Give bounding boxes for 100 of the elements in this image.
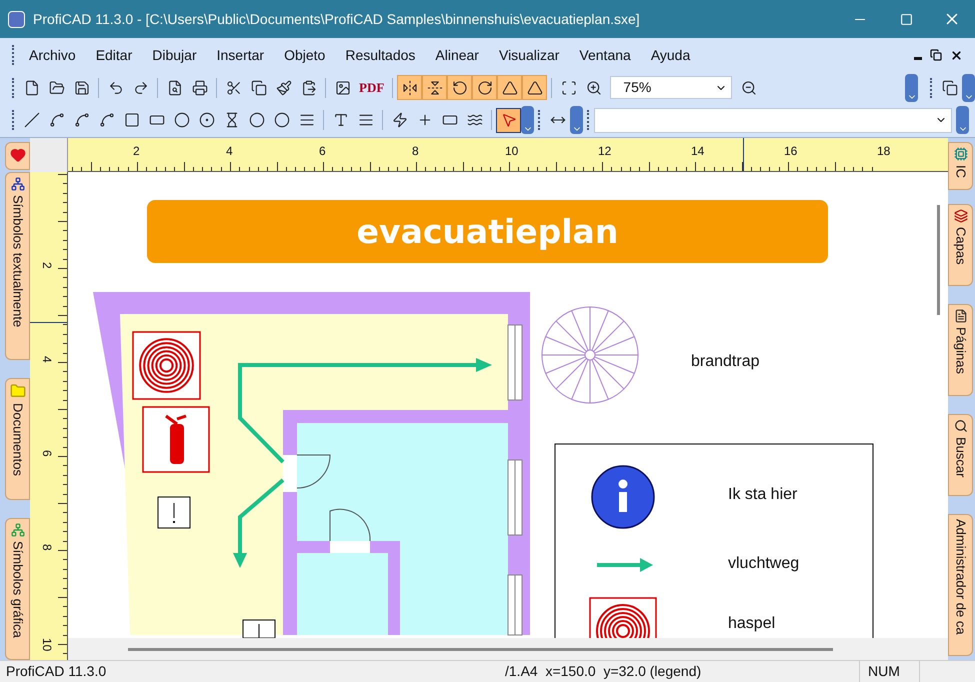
undo-icon xyxy=(108,80,124,96)
line-icon xyxy=(24,112,40,128)
brush-icon xyxy=(276,80,292,96)
side-tab[interactable]: IC xyxy=(948,142,973,190)
mirror-button[interactable] xyxy=(522,75,548,100)
status-app: ProfiCAD 11.3.0 xyxy=(5,662,108,681)
rotate-button[interactable] xyxy=(447,75,472,100)
restore-icon[interactable] xyxy=(930,49,942,61)
stair-label: brandtrap xyxy=(691,352,760,372)
side-tab-label: Símbolos gráfica xyxy=(9,541,26,638)
menu-item[interactable]: Dibujar xyxy=(142,44,207,66)
side-tab[interactable]: Símbolos textualmente xyxy=(5,172,30,360)
zoom-value: 75% xyxy=(623,78,652,97)
rotate-icon xyxy=(476,80,493,96)
ruler-label: 4 xyxy=(39,356,55,363)
toolbar-grip[interactable] xyxy=(12,45,15,65)
fit-icon xyxy=(560,80,577,96)
ruler-label: 10 xyxy=(505,143,518,160)
legend-label: haspel xyxy=(728,614,776,634)
side-tab[interactable]: Páginas xyxy=(948,304,973,396)
text-block-icon xyxy=(358,112,374,128)
minimize-icon[interactable] xyxy=(914,56,922,60)
ruler-corner xyxy=(30,138,68,172)
menu-item[interactable]: Objeto xyxy=(274,44,336,66)
zoom-in-icon xyxy=(586,80,602,96)
menu-item[interactable]: Resultados xyxy=(335,44,426,66)
polyline-icon xyxy=(48,112,64,128)
horizontal-scrollbar-thumb[interactable] xyxy=(128,648,833,650)
maximize-icon xyxy=(900,12,912,26)
flip-button[interactable] xyxy=(397,75,422,100)
ruler-label: 18 xyxy=(877,143,890,160)
menu-item[interactable]: Ayuda xyxy=(640,44,700,66)
chip-icon xyxy=(954,147,968,161)
toolbar-grip[interactable] xyxy=(12,78,15,98)
toolbar-grip[interactable] xyxy=(538,110,541,130)
zoom-out-icon xyxy=(740,80,757,96)
pointer-button[interactable] xyxy=(496,108,521,132)
ruler-label: 16 xyxy=(784,143,798,160)
ruler-label: 8 xyxy=(412,143,419,160)
menu-item[interactable]: Archivo xyxy=(19,44,86,66)
side-tab[interactable]: Buscar xyxy=(948,414,973,496)
menu-item[interactable]: Insertar xyxy=(206,44,274,66)
toolbar-overflow-button[interactable] xyxy=(905,74,918,102)
title-banner: evacuatieplan xyxy=(147,200,828,263)
cut-icon xyxy=(226,80,242,96)
ruler-label: 8 xyxy=(39,544,55,551)
folder-icon xyxy=(48,80,64,96)
pdf-button[interactable]: PDF xyxy=(355,75,388,100)
side-tab-label: Buscar xyxy=(952,437,970,478)
toolbar-grip[interactable] xyxy=(930,78,933,98)
page-icon xyxy=(954,309,968,323)
vertical-scrollbar-thumb[interactable] xyxy=(937,205,940,315)
ruler-label: 2 xyxy=(39,262,55,269)
text-icon xyxy=(332,112,348,128)
print-icon xyxy=(192,80,208,96)
close-icon[interactable] xyxy=(950,48,963,62)
side-tab[interactable]: Administrador de ca xyxy=(948,514,973,656)
minimize-icon xyxy=(855,18,865,20)
side-tab[interactable]: Símbolos gráfica xyxy=(5,518,30,660)
side-tab-label: Documentos xyxy=(9,403,26,476)
mirror-button[interactable] xyxy=(497,75,522,100)
ruler-label: 12 xyxy=(598,143,612,160)
toolbar-overflow-button[interactable] xyxy=(521,106,534,134)
toolbar-overflow-button[interactable] xyxy=(956,106,969,134)
warning-sign-icon xyxy=(158,496,190,528)
zoom-select[interactable]: 75% xyxy=(610,76,732,99)
horizontal-scrollbar[interactable] xyxy=(68,638,948,660)
save-icon xyxy=(74,80,90,96)
side-tab-label: Páginas xyxy=(952,327,970,374)
side-tab[interactable] xyxy=(5,142,30,170)
toolbar-grip[interactable] xyxy=(587,110,590,130)
side-tab-label: Capas xyxy=(952,227,970,265)
rotate-icon xyxy=(452,80,468,96)
menu-item[interactable]: Alinear xyxy=(425,44,489,66)
side-tab-label: Administrador de ca xyxy=(952,519,970,635)
copy-icon xyxy=(250,80,266,96)
toolbar-grip[interactable] xyxy=(12,110,15,130)
curve-icon xyxy=(98,112,114,128)
flip-button[interactable] xyxy=(422,75,448,100)
flip-icon xyxy=(402,80,418,96)
legend-label: vluchtweg xyxy=(728,554,800,574)
lines-icon xyxy=(298,112,314,128)
side-tab-label: Símbolos textualmente xyxy=(9,195,26,328)
rotate-button[interactable] xyxy=(472,75,498,100)
info-icon xyxy=(591,465,655,529)
legend-label: Ik sta hier xyxy=(728,485,798,505)
menu-item[interactable]: Editar xyxy=(86,44,142,66)
folder-icon xyxy=(10,383,26,399)
menu-item[interactable]: Visualizar xyxy=(488,44,570,66)
image-icon xyxy=(334,80,350,96)
blocks-icon xyxy=(10,177,24,191)
redo-icon xyxy=(132,80,148,96)
window-title: ProfiCAD 11.3.0 - [C:\Users\Public\Documents\ProfiCAD Samples\binnenshuis\evacuatieplan.sxe] xyxy=(33,10,641,29)
side-tab[interactable]: Capas xyxy=(948,204,973,286)
arrow-icon xyxy=(597,558,653,572)
menu-item[interactable]: Ventana xyxy=(569,44,641,66)
side-tab[interactable]: Documentos xyxy=(5,378,30,500)
fire-extinguisher-icon xyxy=(142,406,210,473)
blocks-icon xyxy=(10,523,24,537)
pointer-icon xyxy=(500,112,516,128)
